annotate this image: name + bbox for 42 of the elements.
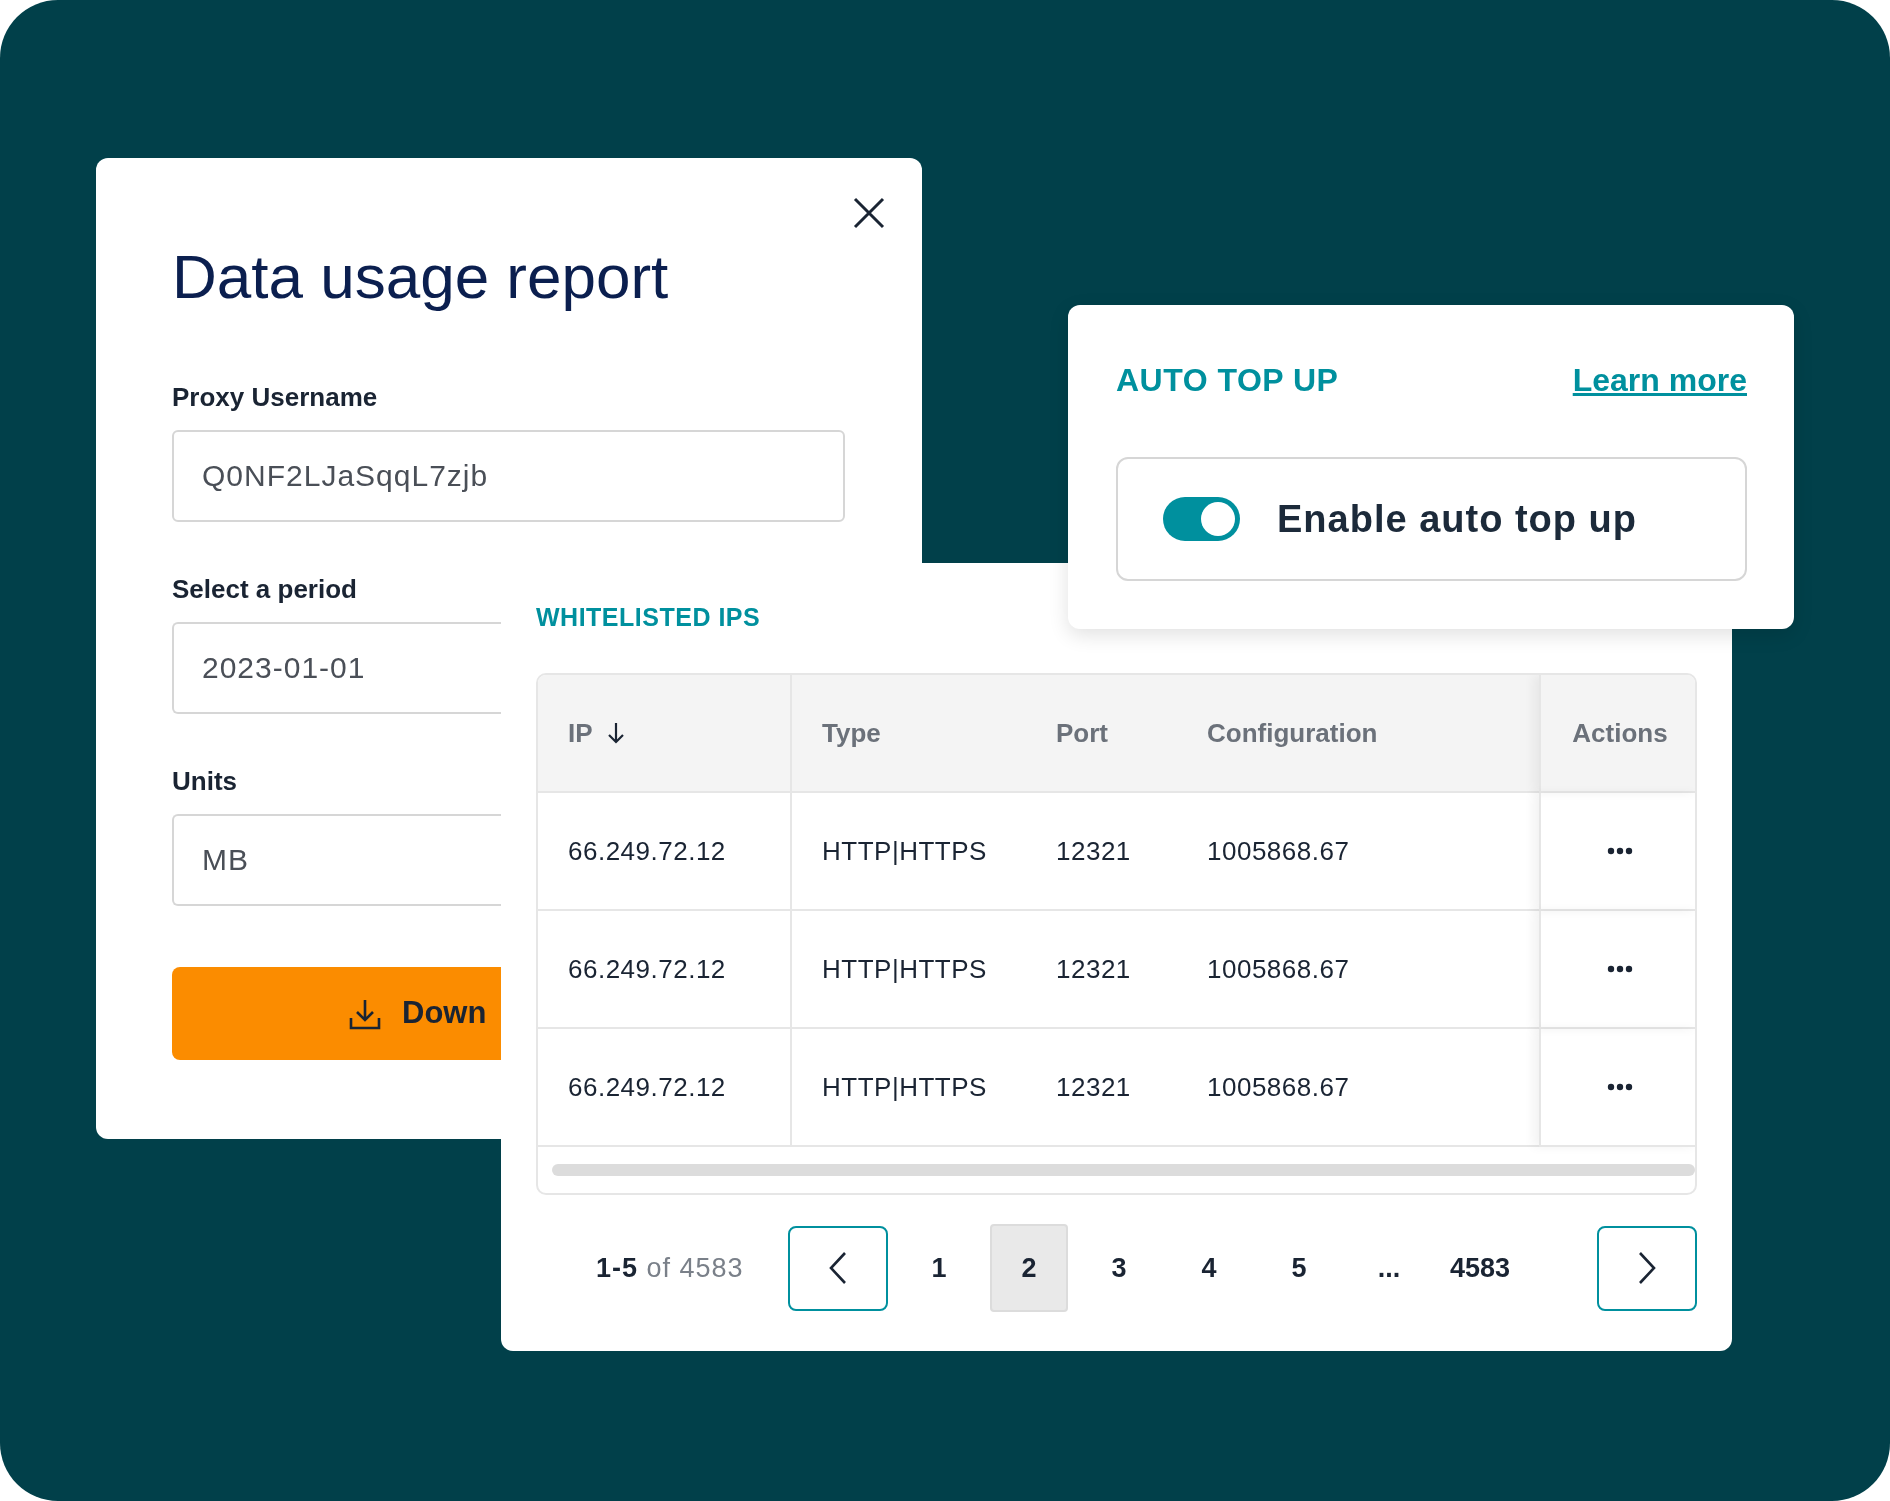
column-header: Type: [790, 675, 1026, 793]
field-label: Proxy Username: [172, 381, 379, 413]
input-field[interactable]: MB: [172, 814, 501, 906]
field-label: Select a period: [172, 573, 358, 605]
table-cell: 1005868.67: [1177, 911, 1539, 1029]
horizontal-scrollbar[interactable]: [552, 1164, 1695, 1176]
table-cell: 12321: [1026, 793, 1177, 911]
learn-more-link[interactable]: Learn more: [1572, 356, 1747, 404]
toggle-switch[interactable]: [1163, 497, 1240, 541]
column-header: Actions: [1539, 675, 1695, 793]
table-cell: HTTP|HTTPS: [790, 793, 1026, 911]
sort-arrow-icon[interactable]: [606, 722, 625, 744]
table-cell: 66.249.72.12: [538, 911, 790, 1029]
table-cell: HTTP|HTTPS: [790, 1029, 1026, 1147]
more-options-icon[interactable]: [1607, 965, 1633, 973]
table-cell: 66.249.72.12: [538, 793, 790, 911]
close-icon[interactable]: [852, 196, 886, 230]
more-options-icon[interactable]: [1607, 847, 1633, 855]
more-options-icon[interactable]: [1607, 1083, 1633, 1091]
pagination-range: 1-5 of 4583: [596, 1251, 745, 1285]
column-header: Configuration: [1177, 675, 1539, 793]
table-cell: 66.249.72.12: [538, 1029, 790, 1147]
table-cell: 1005868.67: [1177, 1029, 1539, 1147]
toggle-label: Enable auto top up: [1277, 496, 1637, 542]
dialog-title: Data usage report: [172, 241, 670, 313]
section-title: WHITELISTED IPS: [536, 602, 762, 632]
input-field[interactable]: 2023-01-01: [172, 622, 501, 714]
chevron-icon: [828, 1251, 848, 1285]
column-header[interactable]: IP: [538, 675, 790, 793]
field-label: Units: [172, 765, 238, 797]
chevron-icon: [1637, 1251, 1657, 1285]
previous-page-button[interactable]: [788, 1225, 888, 1311]
column-header: Port: [1026, 675, 1177, 793]
section-title: AUTO TOP UP: [1116, 361, 1339, 399]
next-page-button[interactable]: [1597, 1225, 1697, 1311]
table-cell: 12321: [1026, 911, 1177, 1029]
page-button[interactable]: 2: [990, 1224, 1068, 1312]
download-button[interactable]: Down: [172, 967, 501, 1060]
input-field[interactable]: Q0NF2LJaSqqL7zjb: [172, 430, 845, 522]
table-cell: 12321: [1026, 1029, 1177, 1147]
table-cell: HTTP|HTTPS: [790, 911, 1026, 1029]
table-cell: 1005868.67: [1177, 793, 1539, 911]
